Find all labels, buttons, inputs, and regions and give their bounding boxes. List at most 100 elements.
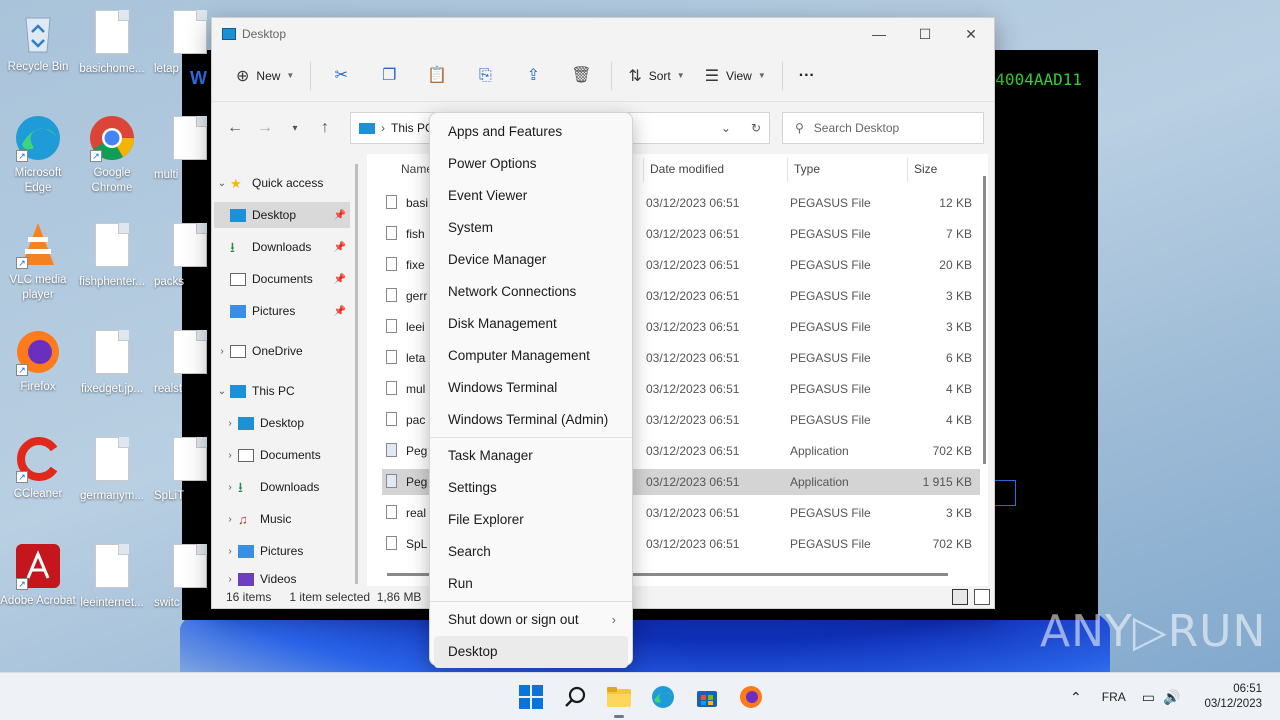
title-bar[interactable]: Desktop — ☐ ✕ xyxy=(212,18,994,50)
language-indicator[interactable]: FRA xyxy=(1102,690,1126,704)
paste-button[interactable]: 📋 xyxy=(413,60,461,92)
menu-item-system[interactable]: System xyxy=(434,212,628,244)
file-size: 4 KB xyxy=(945,413,972,427)
desktop-icon-file[interactable]: basichome... xyxy=(74,8,150,77)
menu-item-file-explorer[interactable]: File Explorer xyxy=(434,504,628,536)
desktop-icon-recycle-bin[interactable]: Recycle Bin xyxy=(0,8,76,75)
desktop-icon-file[interactable]: multi xyxy=(150,114,210,183)
volume-icon[interactable]: 🔊 xyxy=(1163,689,1180,706)
menu-item-settings[interactable]: Settings xyxy=(434,472,628,504)
sidebar-item-pictures[interactable]: › Pictures xyxy=(214,538,350,564)
sidebar-item-desktop[interactable]: › Desktop xyxy=(214,410,350,436)
desktop-icon-firefox[interactable]: ↗ Firefox xyxy=(0,328,76,395)
menu-item-windows-terminal-admin[interactable]: Windows Terminal (Admin) xyxy=(434,404,628,436)
column-header-date[interactable]: Date modified xyxy=(650,162,724,176)
minimize-button[interactable]: — xyxy=(856,18,902,50)
share-button[interactable]: ⇪ xyxy=(509,60,557,92)
menu-item-event-viewer[interactable]: Event Viewer xyxy=(434,180,628,212)
desktop-icon-file[interactable]: SpLiT xyxy=(150,435,210,504)
column-header-type[interactable]: Type xyxy=(794,162,820,176)
menu-item-network-connections[interactable]: Network Connections xyxy=(434,276,628,308)
sort-button[interactable]: ⇅ Sort ▼ xyxy=(618,60,694,92)
desktop-icon-file[interactable]: switc xyxy=(150,542,210,611)
copy-button[interactable]: ❐ xyxy=(365,60,413,92)
sidebar-scrollbar[interactable] xyxy=(355,164,358,584)
desktop-icon-edge[interactable]: ↗ Microsoft Edge xyxy=(0,114,76,196)
breadcrumb-this-pc[interactable]: This PC xyxy=(391,121,434,135)
chevron-right-icon: › xyxy=(228,417,232,429)
taskbar-edge[interactable] xyxy=(649,683,677,711)
refresh-icon[interactable]: ↻ xyxy=(751,121,761,135)
menu-item-apps-and-features[interactable]: Apps and Features xyxy=(434,116,628,148)
details-view-icon[interactable] xyxy=(952,589,968,605)
file-icon xyxy=(173,116,207,160)
menu-item-task-manager[interactable]: Task Manager xyxy=(434,440,628,472)
menu-item-computer-management[interactable]: Computer Management xyxy=(434,340,628,372)
desktop-icon-file[interactable]: fixedget.jp... xyxy=(74,328,150,397)
sidebar-item-quick-access[interactable]: ⌄ ★ Quick access xyxy=(214,170,350,196)
window-title: Desktop xyxy=(242,27,287,41)
sidebar-item-downloads[interactable]: › ⭳ Downloads xyxy=(214,474,350,500)
sidebar-item-pictures[interactable]: Pictures 📌 xyxy=(214,298,350,324)
sidebar-item-downloads[interactable]: ⭳ Downloads 📌 xyxy=(214,234,350,260)
menu-item-disk-management[interactable]: Disk Management xyxy=(434,308,628,340)
clock[interactable]: 06:51 03/12/2023 xyxy=(1204,682,1262,712)
desktop-icon-file[interactable]: letap xyxy=(150,8,210,77)
desktop-icon-file[interactable]: packs xyxy=(150,221,210,290)
address-history-icon[interactable]: ⌄ xyxy=(721,121,731,135)
up-button[interactable]: ↑ xyxy=(310,119,340,137)
view-button[interactable]: ☰ View ▼ xyxy=(695,60,776,92)
taskbar-store[interactable] xyxy=(693,683,721,711)
taskbar-file-explorer[interactable] xyxy=(605,683,633,711)
desktop-icon-chrome[interactable]: ↗ Google Chrome xyxy=(74,114,150,196)
column-header-size[interactable]: Size xyxy=(914,162,937,176)
close-button[interactable]: ✕ xyxy=(948,18,994,50)
sidebar-item-documents[interactable]: › Documents xyxy=(214,442,350,468)
desktop-icon-vlc[interactable]: ↗ VLC media player xyxy=(0,221,76,303)
maximize-button[interactable]: ☐ xyxy=(902,18,948,50)
search-box[interactable]: ⚲ Search Desktop xyxy=(782,112,984,144)
sidebar-item-music[interactable]: › ♫ Music xyxy=(214,506,350,532)
arrow-up-icon: ↑ xyxy=(321,119,329,136)
more-options-button[interactable]: ··· xyxy=(789,60,825,92)
sidebar-item-onedrive[interactable]: › OneDrive xyxy=(214,338,350,364)
sidebar-item-desktop[interactable]: Desktop 📌 xyxy=(214,202,350,228)
show-hidden-icons-chevron-up-icon[interactable]: ⌃ xyxy=(1070,689,1082,706)
vertical-scrollbar[interactable] xyxy=(983,176,986,464)
music-icon: ♫ xyxy=(238,511,248,527)
desktop-icon-file[interactable]: leeinternet... xyxy=(74,542,150,611)
menu-item-run[interactable]: Run xyxy=(434,568,628,600)
desktop-icon-ccleaner[interactable]: ↗ CCleaner xyxy=(0,435,76,502)
menu-item-desktop[interactable]: Desktop xyxy=(434,636,628,668)
chrome-icon: ↗ xyxy=(88,114,136,162)
rename-button[interactable]: ⎘ xyxy=(461,60,509,92)
cut-button[interactable]: ✂ xyxy=(317,60,365,92)
desktop-icon-file[interactable]: fishphenter... xyxy=(74,221,150,290)
menu-item-shut-down[interactable]: Shut down or sign out › xyxy=(434,604,628,636)
chevron-right-icon: › xyxy=(228,545,232,557)
pin-icon: 📌 xyxy=(333,209,346,221)
menu-item-power-options[interactable]: Power Options xyxy=(434,148,628,180)
taskbar-firefox[interactable] xyxy=(737,683,765,711)
selection-count: 1 item selected xyxy=(289,590,371,604)
desktop-icon-acrobat[interactable]: ↗ Adobe Acrobat xyxy=(0,542,76,609)
menu-item-search[interactable]: Search xyxy=(434,536,628,568)
sidebar-item-this-pc[interactable]: ⌄ This PC xyxy=(214,378,350,404)
start-button[interactable] xyxy=(517,683,545,711)
back-button[interactable]: ← xyxy=(220,119,250,137)
file-icon xyxy=(386,195,397,209)
sidebar-item-label: Downloads xyxy=(260,480,320,494)
menu-item-windows-terminal[interactable]: Windows Terminal xyxy=(434,372,628,404)
new-button[interactable]: ⊕ New ▼ xyxy=(226,60,304,92)
recent-locations-button[interactable]: ▾ xyxy=(280,123,310,134)
file-type: Application xyxy=(790,475,849,489)
taskbar-search-button[interactable] xyxy=(561,683,589,711)
large-icons-view-icon[interactable] xyxy=(974,589,990,605)
network-icon[interactable]: ▭ xyxy=(1142,689,1155,706)
menu-item-device-manager[interactable]: Device Manager xyxy=(434,244,628,276)
sidebar-item-documents[interactable]: Documents 📌 xyxy=(214,266,350,292)
desktop-icon-file[interactable]: realst xyxy=(150,328,210,397)
delete-button[interactable]: 🗑 xyxy=(557,60,605,92)
forward-button[interactable]: → xyxy=(250,119,280,137)
desktop-icon-file[interactable]: germanym... xyxy=(74,435,150,504)
